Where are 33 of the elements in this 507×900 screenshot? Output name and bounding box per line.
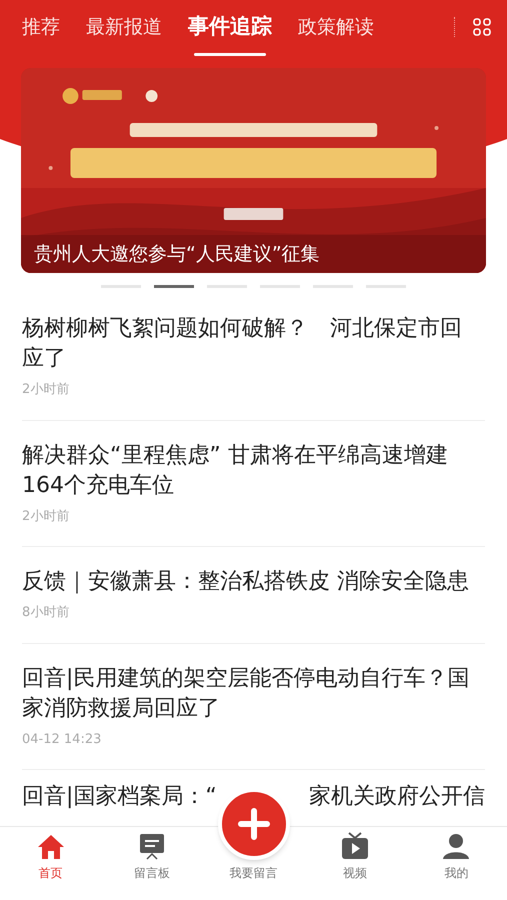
nav-tab[interactable]: 首页: [0, 827, 102, 900]
slide-indicator[interactable]: [154, 285, 194, 288]
article-title: 反馈｜安徽萧县：整治私搭铁皮 消除安全隐患: [22, 568, 470, 596]
tab[interactable]: 事件追踪: [188, 11, 272, 43]
message-board-icon: [138, 832, 166, 860]
home-icon: [36, 834, 65, 860]
article-title: 杨树柳树飞絮问题如何破解？ 河北保定市回应了: [22, 315, 463, 373]
tab[interactable]: 政策解读: [298, 12, 374, 42]
nav-tab[interactable]: 留言板: [101, 827, 203, 900]
banner-caption: 贵州人大邀您参与“人民建议”征集: [34, 242, 320, 267]
article-title: 解决群众“里程焦虑” 甘肃将在平绵高速增建164个充电车位: [22, 442, 449, 500]
nav-tab[interactable]: 我的: [406, 827, 507, 900]
article-item[interactable]: 解决群众“里程焦虑” 甘肃将在平绵高速增建164个充电车位 2小时前: [22, 440, 485, 547]
article-title: 回音|民用建筑的架空层能否停电动自行车？国家消防救援局回应了: [22, 664, 470, 722]
nav-tab[interactable]: 视频: [304, 827, 406, 900]
banner-caption-bar[interactable]: 贵州人大邀您参与“人民建议”征集: [21, 235, 486, 273]
user-icon: [442, 832, 470, 860]
grid-icon[interactable]: [473, 18, 491, 36]
article-title[interactable]: 回音|国家档案局：“: [22, 782, 217, 812]
tab[interactable]: 最新报道: [86, 12, 162, 42]
tab-underline: [194, 52, 266, 56]
article-item[interactable]: 回音|民用建筑的架空层能否停电动自行车？国家消防救援局回应了 04-12 14:23: [22, 664, 485, 770]
article-title[interactable]: 家机关政府公开信: [309, 782, 485, 812]
article-item[interactable]: 反馈｜安徽萧县：整治私搭铁皮 消除安全隐患 8小时前: [22, 567, 485, 644]
article-item[interactable]: 杨树柳树飞絮问题如何破解？ 河北保定市回应了 2小时前: [22, 314, 485, 420]
article-time: 04-12 14:23: [22, 730, 102, 748]
nav-label[interactable]: 我要留言: [230, 864, 278, 882]
article-time: 2小时前: [22, 381, 70, 399]
article-time: 2小时前: [22, 508, 70, 526]
video-icon: [340, 832, 369, 860]
tab[interactable]: 推荐: [22, 12, 60, 42]
plus-icon: [238, 808, 270, 840]
article-time: 8小时前: [22, 604, 70, 622]
